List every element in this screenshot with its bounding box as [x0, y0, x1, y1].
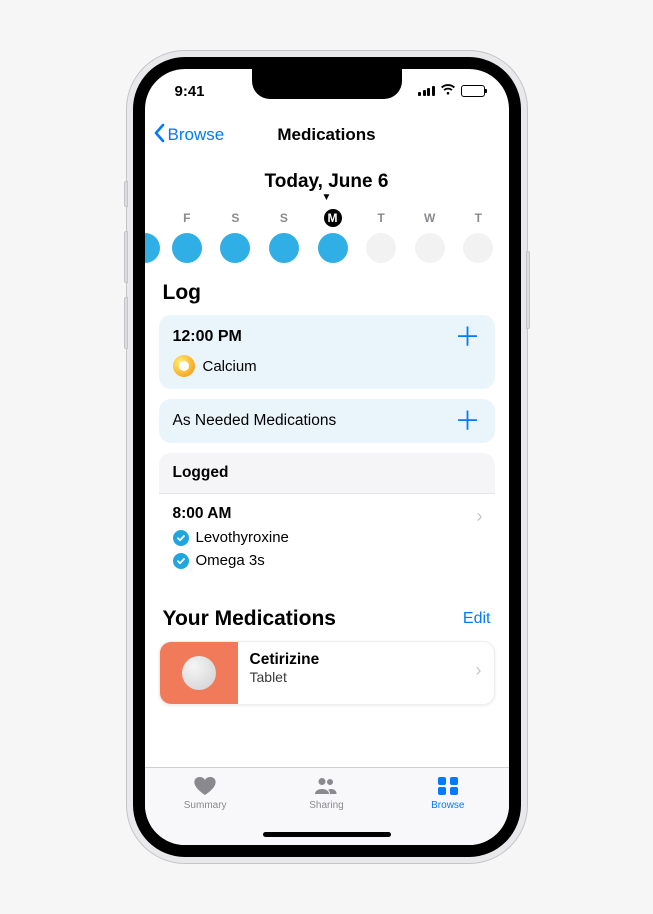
day-label: T [372, 209, 390, 227]
heart-icon [192, 774, 218, 798]
day-label: W [421, 209, 439, 227]
day-dot [220, 233, 250, 263]
log-heading: Log [145, 263, 509, 315]
day-dot [269, 233, 299, 263]
day-thu[interactable]: T [454, 209, 503, 263]
logged-med-name: Levothyroxine [196, 529, 289, 546]
upcoming-dose-card[interactable]: 12:00 PM ＋ Calcium [159, 315, 495, 389]
notch [252, 69, 402, 99]
logged-med-row: Levothyroxine [173, 529, 481, 546]
day-mon[interactable]: M [308, 209, 357, 263]
tab-bar: Summary Sharing Browse [145, 767, 509, 845]
logged-card[interactable]: Logged › 8:00 AM Levothyroxine Omega 3s [159, 453, 495, 581]
day-dot [172, 233, 202, 263]
medication-card[interactable]: › Cetirizine Tablet [159, 641, 495, 705]
logged-header: Logged [159, 453, 495, 494]
volume-down-button [124, 297, 128, 349]
add-as-needed-button[interactable]: ＋ [454, 411, 480, 431]
caret-down-icon: ▼ [145, 195, 509, 201]
day-fri[interactable]: F [163, 209, 212, 263]
day-label: T [469, 209, 487, 227]
scroll-content[interactable]: Today, June 6 ▼ F S S [145, 157, 509, 767]
phone-frame: 9:41 Browse Medications [127, 51, 527, 863]
day-label: F [178, 209, 196, 227]
power-button [526, 251, 530, 329]
your-meds-heading: Your Medications [163, 607, 336, 631]
screen: 9:41 Browse Medications [145, 69, 509, 845]
chevron-left-icon [153, 123, 165, 148]
tab-label: Browse [431, 800, 464, 811]
day-dot [366, 233, 396, 263]
edit-button[interactable]: Edit [463, 610, 491, 628]
add-dose-button[interactable]: ＋ [454, 327, 480, 347]
logged-med-row: Omega 3s [173, 552, 481, 569]
day-dot [318, 233, 348, 263]
med-row[interactable]: Calcium [173, 355, 481, 377]
wifi-icon [440, 83, 456, 100]
grid-icon [435, 774, 461, 798]
medication-name: Cetirizine [250, 651, 482, 669]
week-strip[interactable]: F S S M T [145, 205, 509, 263]
home-indicator[interactable] [263, 832, 391, 837]
day-label: S [226, 209, 244, 227]
date-heading: Today, June 6 [145, 171, 509, 193]
page-title: Medications [277, 125, 375, 145]
check-icon [173, 553, 189, 569]
day-wed[interactable]: W [405, 209, 454, 263]
day-tue[interactable]: T [357, 209, 406, 263]
day-sun[interactable]: S [260, 209, 309, 263]
status-time: 9:41 [175, 83, 205, 100]
tab-sharing[interactable]: Sharing [266, 774, 387, 811]
nav-bar: Browse Medications [145, 113, 509, 157]
tab-summary[interactable]: Summary [145, 774, 266, 811]
tab-label: Summary [184, 800, 227, 811]
day-label: S [275, 209, 293, 227]
tab-browse[interactable]: Browse [387, 774, 508, 811]
med-name: Calcium [203, 358, 257, 375]
battery-icon [461, 85, 485, 97]
volume-up-button [124, 231, 128, 283]
logged-med-name: Omega 3s [196, 552, 265, 569]
medication-image [160, 642, 238, 704]
chevron-right-icon: › [477, 506, 483, 527]
as-needed-label: As Needed Medications [173, 412, 337, 430]
back-button[interactable]: Browse [153, 113, 225, 157]
day-dot-prev [145, 233, 160, 263]
logged-time: 8:00 AM [173, 505, 481, 523]
chevron-right-icon: › [476, 660, 482, 681]
day-dot [463, 233, 493, 263]
mute-switch [124, 181, 128, 207]
day-sat[interactable]: S [211, 209, 260, 263]
day-label: M [324, 209, 342, 227]
medication-form: Tablet [250, 669, 482, 685]
pill-icon [173, 355, 195, 377]
day-dot [415, 233, 445, 263]
tablet-icon [182, 656, 216, 690]
check-icon [173, 530, 189, 546]
cellular-icon [418, 86, 435, 96]
tab-label: Sharing [309, 800, 343, 811]
as-needed-card[interactable]: As Needed Medications ＋ [159, 399, 495, 443]
dose-time: 12:00 PM [173, 328, 242, 346]
people-icon [313, 774, 339, 798]
back-label: Browse [168, 125, 225, 145]
